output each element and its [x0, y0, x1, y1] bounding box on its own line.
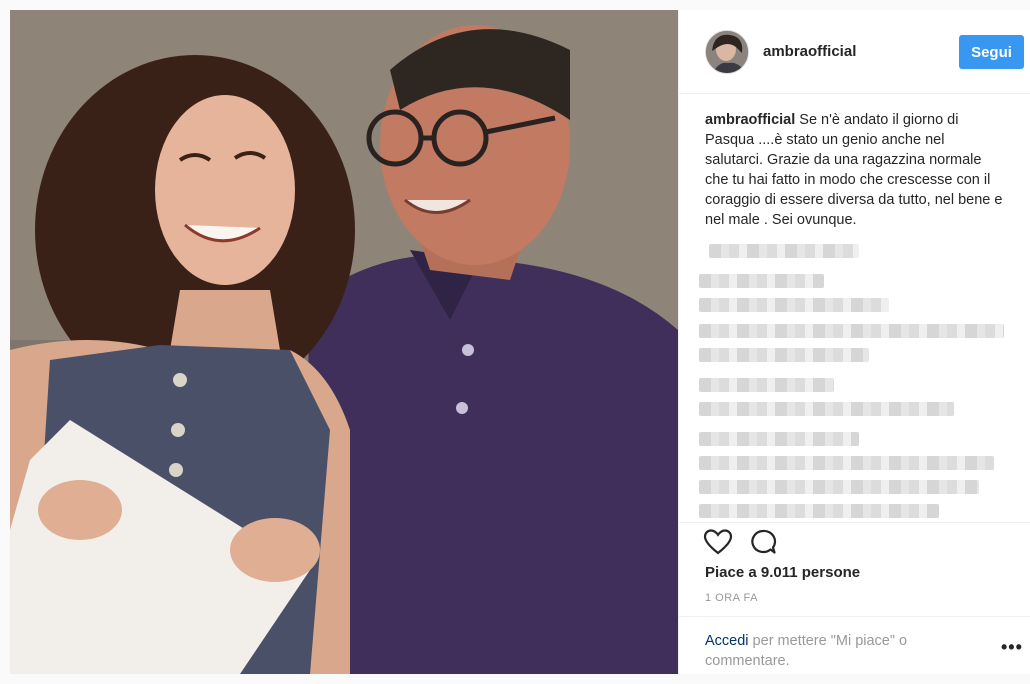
avatar-picture [706, 31, 748, 73]
post-timestamp: 1 ORA FA [705, 592, 758, 604]
blurred-comment-line [699, 324, 1004, 338]
post-header: ambraofficial Segui [679, 10, 1030, 94]
comment-footer: Accedi per mettere "Mi piace" o commenta… [679, 616, 1030, 674]
blurred-comment-line [699, 456, 994, 470]
blurred-comment-line [699, 348, 869, 362]
actions-divider [679, 522, 1030, 524]
post-photo[interactable] [10, 10, 678, 674]
caption-username[interactable]: ambraofficial [705, 112, 795, 128]
blurred-comments [699, 238, 1009, 528]
blurred-comment-line [699, 274, 824, 288]
caption-text: Se n'è andato il giorno di Pasqua ....è … [705, 112, 1003, 228]
follow-button[interactable]: Segui [959, 35, 1024, 69]
blurred-comment-line [699, 298, 889, 312]
post-caption: ambraofficial Se n'è andato il giorno di… [705, 110, 1005, 230]
login-prompt: Accedi per mettere "Mi piace" o commenta… [705, 631, 965, 671]
comment-bubble-icon[interactable] [749, 528, 777, 556]
blurred-comment-line [699, 402, 954, 416]
heart-outline-icon[interactable] [703, 528, 733, 556]
likes-count[interactable]: Piace a 9.011 persone [705, 564, 860, 581]
profile-avatar[interactable] [705, 30, 749, 74]
login-link[interactable]: Accedi [705, 633, 749, 649]
photo-illustration [10, 10, 678, 674]
blurred-comment-line [699, 432, 859, 446]
blurred-comment-line [699, 480, 979, 494]
blurred-comment-line [709, 244, 859, 258]
blurred-comment-line [699, 504, 939, 518]
more-dots-icon[interactable]: ••• [1001, 637, 1023, 658]
post-sidebar: ambraofficial Segui ambraofficial Se n'è… [678, 10, 1030, 674]
blurred-comment-line [699, 378, 834, 392]
instagram-post: ambraofficial Segui ambraofficial Se n'è… [0, 0, 1030, 684]
profile-username[interactable]: ambraofficial [763, 43, 856, 60]
